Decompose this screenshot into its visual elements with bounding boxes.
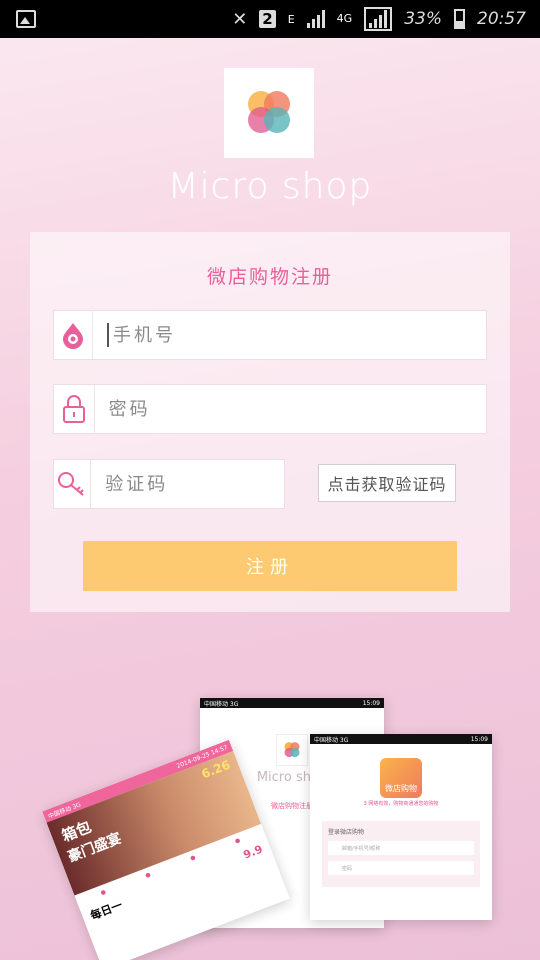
mini-login-title: 登录微店购物 bbox=[328, 829, 365, 836]
password-input[interactable] bbox=[94, 385, 486, 433]
mini-carrier-right: 中国移动 3G bbox=[314, 736, 349, 744]
mini-username-field: 邮箱/手机号/昵称 bbox=[328, 841, 474, 855]
get-code-button[interactable]: 点击获取验证码 bbox=[318, 464, 456, 502]
mini-password-field: 密码 bbox=[328, 861, 474, 875]
code-input[interactable] bbox=[91, 460, 284, 508]
mini-carrier: 中国移动 3G bbox=[204, 700, 239, 708]
clock: 20:57 bbox=[477, 9, 526, 29]
sim-slot-badge: 2 bbox=[259, 10, 276, 28]
form-title: 微店购物注册 bbox=[206, 266, 333, 288]
signal-icon-2 bbox=[364, 7, 393, 31]
register-button[interactable]: 注册 bbox=[83, 541, 457, 591]
mute-icon: ✕ bbox=[232, 8, 248, 30]
preview-login-screen: 中国移动 3G 15:09 微店购物 3 网络有效，购物商通通您的购物 登录微店购… bbox=[310, 734, 492, 920]
network-e-label: E bbox=[287, 13, 295, 26]
banner-badge: 6.26 bbox=[199, 757, 233, 782]
logo-circles-icon bbox=[248, 91, 290, 133]
mini-subtitle: 3 网络有效，购物商通通您的购物 bbox=[363, 801, 439, 807]
register-card: 微店购物注册 手机号 验证码 点击获取验证码 注册 bbox=[30, 232, 510, 612]
password-field[interactable] bbox=[53, 384, 487, 434]
mini-logo-icon bbox=[276, 734, 308, 766]
drop-user-icon bbox=[54, 311, 92, 359]
key-icon bbox=[54, 460, 90, 508]
mini-time: 15:09 bbox=[362, 699, 380, 707]
brand-title: Micro shop bbox=[167, 166, 373, 207]
network-4g-label: 4G bbox=[336, 12, 353, 25]
phone-input[interactable] bbox=[108, 311, 486, 359]
mini-login-form: 登录微店购物 邮箱/手机号/昵称 密码 bbox=[322, 821, 480, 887]
promo-right: 9.9 bbox=[241, 842, 265, 862]
signal-icon bbox=[306, 10, 325, 28]
lock-icon bbox=[54, 385, 94, 433]
status-bar: ✕ 2 E 4G 33% 20:57 bbox=[0, 0, 540, 38]
app-logo bbox=[224, 68, 314, 158]
phone-field[interactable] bbox=[53, 310, 487, 360]
app-preview: 中国移动 3G 15:09 Micro shop 微店购物注册 中国移动 3G 20… bbox=[40, 690, 510, 960]
mini-time-right: 15:09 bbox=[470, 735, 488, 743]
mini-app-logo: 微店购物 bbox=[380, 758, 422, 798]
battery-percent: 33% bbox=[404, 9, 442, 29]
code-field[interactable] bbox=[53, 459, 285, 509]
battery-icon bbox=[454, 9, 465, 29]
gallery-icon bbox=[16, 10, 36, 28]
